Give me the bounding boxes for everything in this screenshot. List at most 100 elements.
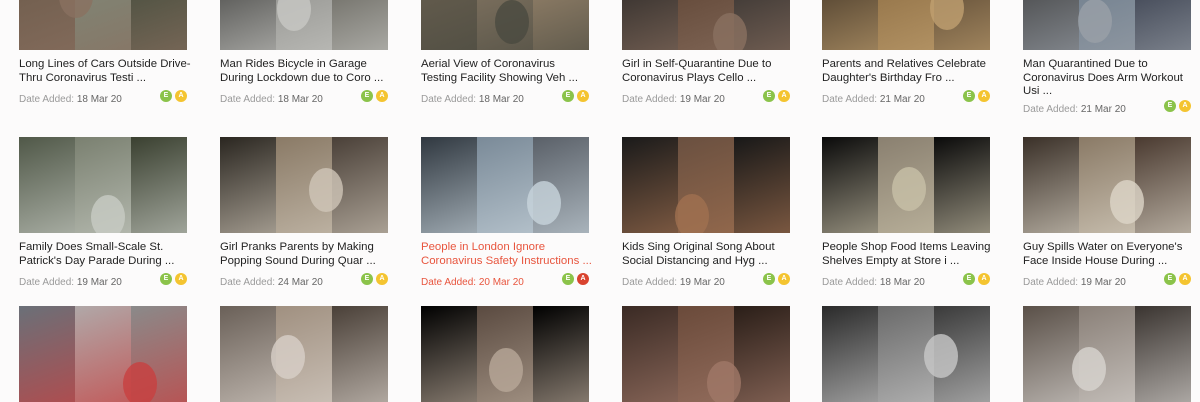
rating-badges: EA bbox=[763, 273, 790, 285]
video-card[interactable]: Man Quarantined Due to Coronavirus Does … bbox=[1023, 0, 1191, 115]
video-meta: Date Added: 24 Mar 20 E A bbox=[220, 272, 388, 288]
video-thumbnail[interactable] bbox=[822, 306, 990, 402]
date-added: Date Added: 19 Mar 20 bbox=[622, 94, 725, 105]
video-thumbnail[interactable] bbox=[421, 306, 589, 402]
date-added-label: Date Added: bbox=[19, 94, 75, 105]
badge-e-icon: E bbox=[160, 273, 172, 285]
rating-badges: EA bbox=[160, 273, 187, 285]
video-meta: Date Added: 19 Mar 20 E A bbox=[1023, 272, 1191, 288]
rating-badges: EA bbox=[361, 90, 388, 102]
video-card[interactable] bbox=[822, 306, 990, 402]
badge-a-icon: A bbox=[1179, 273, 1191, 285]
date-added-label: Date Added: bbox=[822, 277, 878, 288]
badge-e-icon: E bbox=[763, 273, 775, 285]
date-added-label: Date Added: bbox=[220, 94, 276, 105]
video-meta: Date Added: 19 Mar 20 E A bbox=[19, 272, 187, 288]
badge-e-icon: E bbox=[963, 90, 975, 102]
video-thumbnail[interactable] bbox=[822, 137, 990, 233]
video-title[interactable]: People in London Ignore Coronavirus Safe… bbox=[421, 241, 593, 268]
video-thumbnail[interactable] bbox=[622, 306, 790, 402]
date-added-value: 19 Mar 20 bbox=[76, 277, 122, 288]
badge-a-icon: A bbox=[778, 273, 790, 285]
badge-a-icon: A bbox=[778, 90, 790, 102]
rating-badges: EA bbox=[562, 90, 589, 102]
rating-badges: EA bbox=[160, 90, 187, 102]
date-added: Date Added: 19 Mar 20 bbox=[19, 277, 122, 288]
badge-a-icon: A bbox=[376, 90, 388, 102]
video-thumbnail[interactable] bbox=[622, 0, 790, 50]
video-title[interactable]: Kids Sing Original Song About Social Dis… bbox=[622, 241, 794, 268]
video-title[interactable]: Parents and Relatives Celebrate Daughter… bbox=[822, 58, 994, 85]
date-added: Date Added: 21 Mar 20 bbox=[1023, 104, 1126, 115]
date-added-value: 18 Mar 20 bbox=[879, 277, 925, 288]
video-card[interactable] bbox=[622, 306, 790, 402]
date-added-label: Date Added: bbox=[220, 277, 276, 288]
video-thumbnail[interactable] bbox=[220, 0, 388, 50]
video-title[interactable]: Girl in Self-Quarantine Due to Coronavir… bbox=[622, 58, 794, 85]
date-added-value: 21 Mar 20 bbox=[879, 94, 925, 105]
date-added-value: 18 Mar 20 bbox=[76, 94, 122, 105]
video-thumbnail[interactable] bbox=[19, 0, 187, 50]
date-added-value: 24 Mar 20 bbox=[277, 277, 323, 288]
video-thumbnail[interactable] bbox=[421, 0, 589, 50]
date-added-value: 21 Mar 20 bbox=[1080, 103, 1126, 115]
video-title[interactable]: Man Quarantined Due to Coronavirus Does … bbox=[1023, 58, 1195, 99]
video-title[interactable]: People Shop Food Items Leaving Shelves E… bbox=[822, 241, 994, 268]
badge-a-icon: A bbox=[1179, 99, 1191, 112]
video-card[interactable]: Aerial View of Coronavirus Testing Facil… bbox=[421, 0, 589, 105]
date-added: Date Added: 20 Mar 20 bbox=[421, 277, 524, 288]
video-card[interactable] bbox=[220, 306, 388, 402]
date-added: Date Added: 19 Mar 20 bbox=[622, 277, 725, 288]
video-thumbnail[interactable] bbox=[622, 137, 790, 233]
video-meta: Date Added: 21 Mar 20 E A bbox=[1023, 99, 1191, 115]
video-thumbnail[interactable] bbox=[220, 306, 388, 402]
video-card[interactable]: People in London Ignore Coronavirus Safe… bbox=[421, 137, 592, 288]
video-title[interactable]: Girl Pranks Parents by Making Popping So… bbox=[220, 241, 392, 268]
badge-e-icon: E bbox=[1164, 99, 1176, 112]
video-title[interactable]: Family Does Small-Scale St. Patrick's Da… bbox=[19, 241, 191, 268]
video-card[interactable]: Kids Sing Original Song About Social Dis… bbox=[622, 137, 790, 288]
video-meta: Date Added: 20 Mar 20 E A bbox=[421, 272, 589, 288]
video-thumbnail[interactable] bbox=[421, 137, 589, 233]
video-title[interactable]: Long Lines of Cars Outside Drive-Thru Co… bbox=[19, 58, 191, 85]
video-card[interactable]: Guy Spills Water on Everyone's Face Insi… bbox=[1023, 137, 1191, 288]
video-card[interactable]: Family Does Small-Scale St. Patrick's Da… bbox=[19, 137, 187, 288]
badge-a-icon: A bbox=[175, 90, 187, 102]
video-thumbnail[interactable] bbox=[220, 137, 388, 233]
date-added-value: 19 Mar 20 bbox=[1080, 277, 1126, 288]
date-added: Date Added: 18 Mar 20 bbox=[220, 94, 323, 105]
video-thumbnail[interactable] bbox=[1023, 0, 1191, 50]
video-card[interactable]: Parents and Relatives Celebrate Daughter… bbox=[822, 0, 990, 105]
video-card[interactable]: Girl in Self-Quarantine Due to Coronavir… bbox=[622, 0, 790, 105]
date-added-label: Date Added: bbox=[622, 94, 678, 105]
video-thumbnail[interactable] bbox=[1023, 137, 1191, 233]
badge-e-icon: E bbox=[361, 90, 373, 102]
badge-e-icon: E bbox=[763, 90, 775, 102]
badge-a-icon: A bbox=[577, 90, 589, 102]
video-card[interactable]: Long Lines of Cars Outside Drive-Thru Co… bbox=[19, 0, 191, 105]
video-card[interactable] bbox=[421, 306, 589, 402]
date-added-label: Date Added: bbox=[1023, 277, 1079, 288]
video-title[interactable]: Guy Spills Water on Everyone's Face Insi… bbox=[1023, 241, 1195, 268]
video-card[interactable] bbox=[1023, 306, 1191, 402]
date-added-value: 19 Mar 20 bbox=[679, 277, 725, 288]
badge-a-icon: A bbox=[175, 273, 187, 285]
video-card[interactable]: Girl Pranks Parents by Making Popping So… bbox=[220, 137, 388, 288]
video-title[interactable]: Man Rides Bicycle in Garage During Lockd… bbox=[220, 58, 392, 85]
video-meta: Date Added: 21 Mar 20 E A bbox=[822, 89, 990, 105]
video-meta: Date Added: 18 Mar 20 E A bbox=[19, 89, 187, 105]
video-title[interactable]: Aerial View of Coronavirus Testing Facil… bbox=[421, 58, 593, 85]
badge-a-icon: A bbox=[577, 273, 589, 285]
video-meta: Date Added: 18 Mar 20 E A bbox=[421, 89, 589, 105]
date-added-label: Date Added: bbox=[19, 277, 75, 288]
video-card[interactable] bbox=[19, 306, 187, 402]
video-thumbnail[interactable] bbox=[19, 306, 187, 402]
video-thumbnail[interactable] bbox=[19, 137, 187, 233]
date-added-value: 19 Mar 20 bbox=[679, 94, 725, 105]
video-card[interactable]: People Shop Food Items Leaving Shelves E… bbox=[822, 137, 990, 288]
video-thumbnail[interactable] bbox=[822, 0, 990, 50]
video-card[interactable]: Man Rides Bicycle in Garage During Lockd… bbox=[220, 0, 388, 105]
video-meta: Date Added: 19 Mar 20 E A bbox=[622, 89, 790, 105]
video-thumbnail[interactable] bbox=[1023, 306, 1191, 402]
badge-a-icon: A bbox=[978, 90, 990, 102]
